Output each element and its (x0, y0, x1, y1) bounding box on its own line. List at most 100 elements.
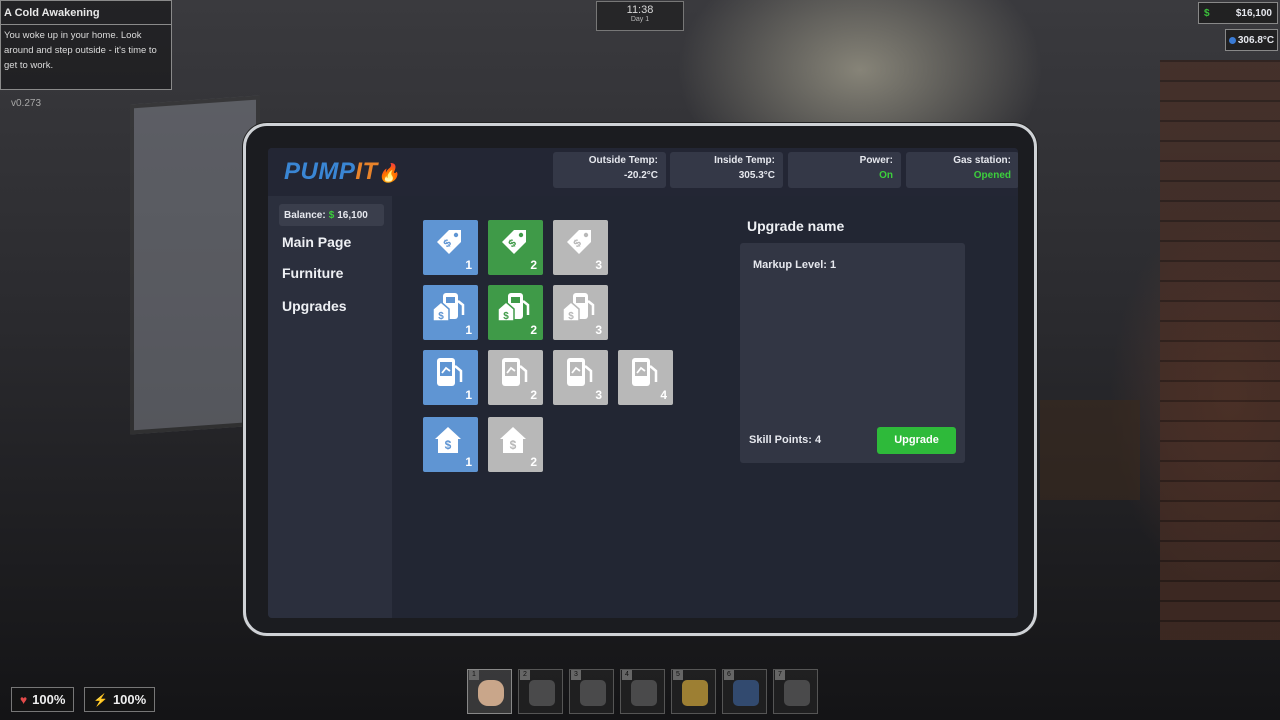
power-card: Power: On (788, 152, 901, 188)
inside-temp-card: Inside Temp: 305.3°C (670, 152, 783, 188)
clock-day: Day 1 (630, 16, 650, 23)
clock-time: 11:38 (626, 4, 654, 16)
slot-number: 1 (469, 670, 479, 680)
upgrade-tile-level: 1 (465, 455, 472, 469)
upgrade-tile-price-tag-1[interactable]: $1 (423, 220, 478, 275)
fuel-nozzle-icon (733, 680, 759, 706)
outside-temp-value: -20.2°C (623, 170, 658, 181)
lightning-icon: ⚡ (93, 692, 108, 707)
tablet-screen: PUMPIT🔥 Outside Temp: -20.2°C Inside Tem… (268, 148, 1018, 618)
slot-number: 6 (724, 670, 734, 680)
hotbar-slot-3[interactable]: 3 (569, 669, 614, 714)
gas-station-label: Gas station: (953, 155, 1011, 166)
flame-icon: 🔥 (377, 163, 401, 183)
money-value: $16,100 (1235, 7, 1272, 19)
svg-text:$: $ (445, 438, 452, 452)
tablet-header: PUMPIT🔥 Outside Temp: -20.2°C Inside Tem… (268, 148, 1018, 196)
gas-station-card: Gas station: Opened (906, 152, 1018, 188)
shotgun-icon (784, 680, 810, 706)
svg-text:$: $ (510, 438, 517, 452)
clock-widget: 11:38 Day 1 (596, 1, 684, 31)
upgrade-tile-level: 2 (530, 388, 537, 402)
broom-icon (682, 680, 708, 706)
game-version: v0.273 (11, 98, 42, 109)
nav-main-page[interactable]: Main Page (282, 234, 351, 250)
upgrade-level-text: Markup Level: 1 (753, 259, 837, 271)
money-widget: $ $16,100 (1198, 2, 1278, 24)
upgrade-tile-pump-speed-2[interactable]: 2 (488, 350, 543, 405)
upgrade-tile-level: 2 (530, 455, 537, 469)
upgrade-tile-level: 3 (595, 323, 602, 337)
background-whiteboard (130, 95, 260, 435)
outside-temp-label: Outside Temp: (588, 155, 658, 166)
upgrade-tile-level: 3 (595, 258, 602, 272)
temperature-widget: 306.8°C (1225, 29, 1278, 51)
slot-number: 5 (673, 670, 683, 680)
upgrade-tile-level: 3 (595, 388, 602, 402)
upgrade-tile-pump-markup-2[interactable]: $2 (488, 285, 543, 340)
dollar-icon: $ (1204, 7, 1210, 19)
upgrade-tile-pump-markup-1[interactable]: $1 (423, 285, 478, 340)
upgrade-tile-pump-speed-3[interactable]: 3 (553, 350, 608, 405)
upgrade-tile-house-price-2[interactable]: $2 (488, 417, 543, 472)
gas-station-value: Opened (973, 170, 1011, 181)
skill-points-text: Skill Points: 4 (749, 434, 822, 446)
upgrade-tile-level: 1 (465, 323, 472, 337)
upgrade-tile-level: 4 (660, 388, 667, 402)
pumpit-logo: PUMPIT🔥 (284, 158, 401, 185)
upgrade-tile-price-tag-3[interactable]: $3 (553, 220, 608, 275)
upgrade-tile-level: 2 (530, 323, 537, 337)
nav-furniture[interactable]: Furniture (282, 265, 343, 281)
hotbar-slot-2[interactable]: 2 (518, 669, 563, 714)
upgrade-details-panel: Markup Level: 1 Skill Points: 4 Upgrade (740, 243, 965, 463)
balance-display: Balance: $ 16,100 (279, 204, 384, 226)
drill-icon (529, 680, 555, 706)
energy-value: 100% (112, 692, 147, 707)
upgrade-button[interactable]: Upgrade (877, 427, 956, 454)
upgrade-tile-pump-markup-3[interactable]: $3 (553, 285, 608, 340)
upgrade-tile-price-tag-2[interactable]: $2 (488, 220, 543, 275)
dollar-icon: $ (328, 209, 335, 221)
health-value: 100% (32, 692, 66, 707)
nav-upgrades[interactable]: Upgrades (282, 298, 347, 314)
balance-value: 16,100 (337, 209, 368, 221)
quest-title: A Cold Awakening (1, 1, 171, 25)
tablet-sidebar: Balance: $ 16,100 Main Page Furniture Up… (268, 196, 392, 618)
slot-number: 2 (520, 670, 530, 680)
shovel-icon (631, 680, 657, 706)
thermometer-icon (1228, 36, 1236, 44)
upgrade-tile-pump-speed-1[interactable]: 1 (423, 350, 478, 405)
hotbar-slot-4[interactable]: 4 (620, 669, 665, 714)
upgrade-tile-level: 2 (530, 258, 537, 272)
outside-temp-card: Outside Temp: -20.2°C (553, 152, 666, 188)
background-shelf (1040, 400, 1140, 500)
upgrade-tile-level: 1 (465, 388, 472, 402)
axe-icon (580, 680, 606, 706)
svg-text:$: $ (568, 311, 574, 322)
upgrade-tile-house-price-1[interactable]: $1 (423, 417, 478, 472)
tablet-device: PUMPIT🔥 Outside Temp: -20.2°C Inside Tem… (243, 123, 1037, 636)
upgrade-tile-pump-speed-4[interactable]: 4 (618, 350, 673, 405)
svg-text:$: $ (438, 311, 444, 322)
power-value: On (879, 170, 893, 181)
quest-description: You woke up in your home. Look around an… (4, 30, 157, 71)
power-label: Power: (859, 155, 893, 166)
energy-stat: ⚡ 100% (84, 687, 156, 712)
upgrade-name-title: Upgrade name (747, 218, 845, 234)
upgrade-tile-level: 1 (465, 258, 472, 272)
inside-temp-value: 305.3°C (738, 170, 775, 181)
hotbar-slot-1[interactable]: 1 (467, 669, 512, 714)
slot-number: 3 (571, 670, 581, 680)
fist-icon (478, 680, 504, 706)
slot-number: 4 (622, 670, 632, 680)
background-brick-wall (1160, 60, 1280, 640)
hotbar-slot-6[interactable]: 6 (722, 669, 767, 714)
temperature-value: 306.8°C (1237, 34, 1275, 46)
balance-label: Balance: (284, 209, 326, 221)
upgrades-content: $1 $2 $3 $1 $2 $3 1 2 3 4 $1 $2 Upgrade name Markup… (392, 196, 1018, 618)
hotbar-slot-7[interactable]: 7 (773, 669, 818, 714)
inside-temp-label: Inside Temp: (714, 155, 775, 166)
hotbar-slot-5[interactable]: 5 (671, 669, 716, 714)
heart-icon: ♥ (20, 692, 28, 707)
health-stat: ♥ 100% (11, 687, 75, 712)
